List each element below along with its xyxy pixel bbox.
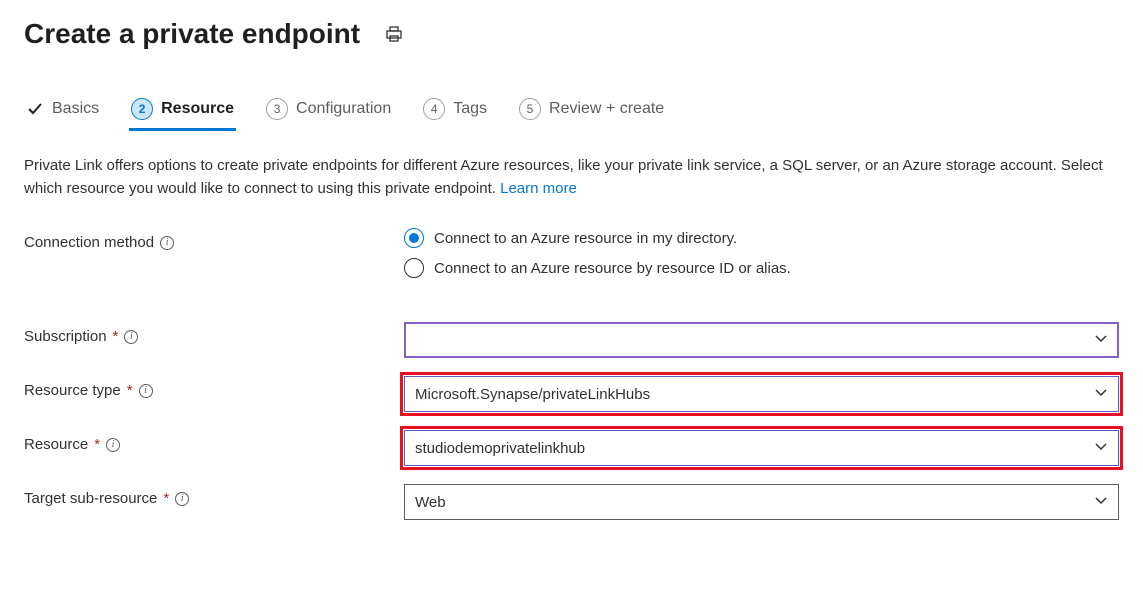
wizard-tabs: Basics 2 Resource 3 Configuration 4 Tags…	[24, 92, 1119, 131]
target-sub-resource-dropdown[interactable]: Web	[404, 484, 1119, 520]
field-resource: Resource * i studiodemoprivatelinkhub	[24, 430, 1119, 466]
field-target-sub-resource: Target sub-resource * i Web	[24, 484, 1119, 520]
required-indicator: *	[163, 490, 169, 507]
required-indicator: *	[94, 436, 100, 453]
dropdown-value: Microsoft.Synapse/privateLinkHubs	[415, 386, 650, 403]
tab-resource[interactable]: 2 Resource	[129, 92, 236, 130]
tab-tags-label: Tags	[453, 100, 487, 118]
dropdown-value: Web	[415, 494, 446, 511]
resource-type-dropdown[interactable]: Microsoft.Synapse/privateLinkHubs	[404, 376, 1119, 412]
chevron-down-icon	[1094, 387, 1108, 401]
page-title: Create a private endpoint	[24, 18, 360, 50]
chevron-down-icon	[1094, 441, 1108, 455]
connection-method-label: Connection method i	[24, 228, 404, 251]
step-number-2: 2	[131, 98, 153, 120]
step-number-4: 4	[423, 98, 445, 120]
info-icon[interactable]: i	[160, 236, 174, 250]
field-connection-method: Connection method i Connect to an Azure …	[24, 228, 1119, 278]
highlight-box: studiodemoprivatelinkhub	[400, 426, 1123, 470]
radio-icon	[404, 258, 424, 278]
dropdown-value: studiodemoprivatelinkhub	[415, 440, 585, 457]
print-icon[interactable]	[384, 24, 404, 44]
resource-dropdown[interactable]: studiodemoprivatelinkhub	[404, 430, 1119, 466]
tab-configuration-label: Configuration	[296, 100, 391, 118]
learn-more-link[interactable]: Learn more	[500, 180, 577, 197]
required-indicator: *	[127, 382, 133, 399]
info-icon[interactable]: i	[175, 492, 189, 506]
info-icon[interactable]: i	[124, 330, 138, 344]
tab-basics[interactable]: Basics	[24, 94, 101, 128]
resource-type-label: Resource type * i	[24, 376, 404, 399]
highlight-box: Microsoft.Synapse/privateLinkHubs	[400, 372, 1123, 416]
info-icon[interactable]: i	[139, 384, 153, 398]
radio-label: Connect to an Azure resource by resource…	[434, 260, 791, 277]
chevron-down-icon	[1094, 495, 1108, 509]
info-icon[interactable]: i	[106, 438, 120, 452]
radio-icon	[404, 228, 424, 248]
tab-tags[interactable]: 4 Tags	[421, 92, 489, 130]
step-number-5: 5	[519, 98, 541, 120]
resource-label: Resource * i	[24, 430, 404, 453]
connection-method-radio-group: Connect to an Azure resource in my direc…	[404, 228, 1119, 278]
field-resource-type: Resource type * i Microsoft.Synapse/priv…	[24, 376, 1119, 412]
chevron-down-icon	[1094, 333, 1108, 347]
tab-resource-label: Resource	[161, 100, 234, 118]
tab-description: Private Link offers options to create pr…	[24, 155, 1104, 200]
field-subscription: Subscription * i	[24, 322, 1119, 358]
subscription-label: Subscription * i	[24, 322, 404, 345]
tab-basics-label: Basics	[52, 100, 99, 118]
radio-connect-in-directory[interactable]: Connect to an Azure resource in my direc…	[404, 228, 1119, 248]
tab-configuration[interactable]: 3 Configuration	[264, 92, 393, 130]
tab-review[interactable]: 5 Review + create	[517, 92, 666, 130]
radio-label: Connect to an Azure resource in my direc…	[434, 230, 737, 247]
required-indicator: *	[113, 328, 119, 345]
page-header: Create a private endpoint	[24, 18, 1119, 50]
step-number-3: 3	[266, 98, 288, 120]
target-sub-resource-label: Target sub-resource * i	[24, 484, 404, 507]
tab-review-label: Review + create	[549, 100, 664, 118]
radio-connect-by-id[interactable]: Connect to an Azure resource by resource…	[404, 258, 1119, 278]
subscription-dropdown[interactable]	[404, 322, 1119, 358]
